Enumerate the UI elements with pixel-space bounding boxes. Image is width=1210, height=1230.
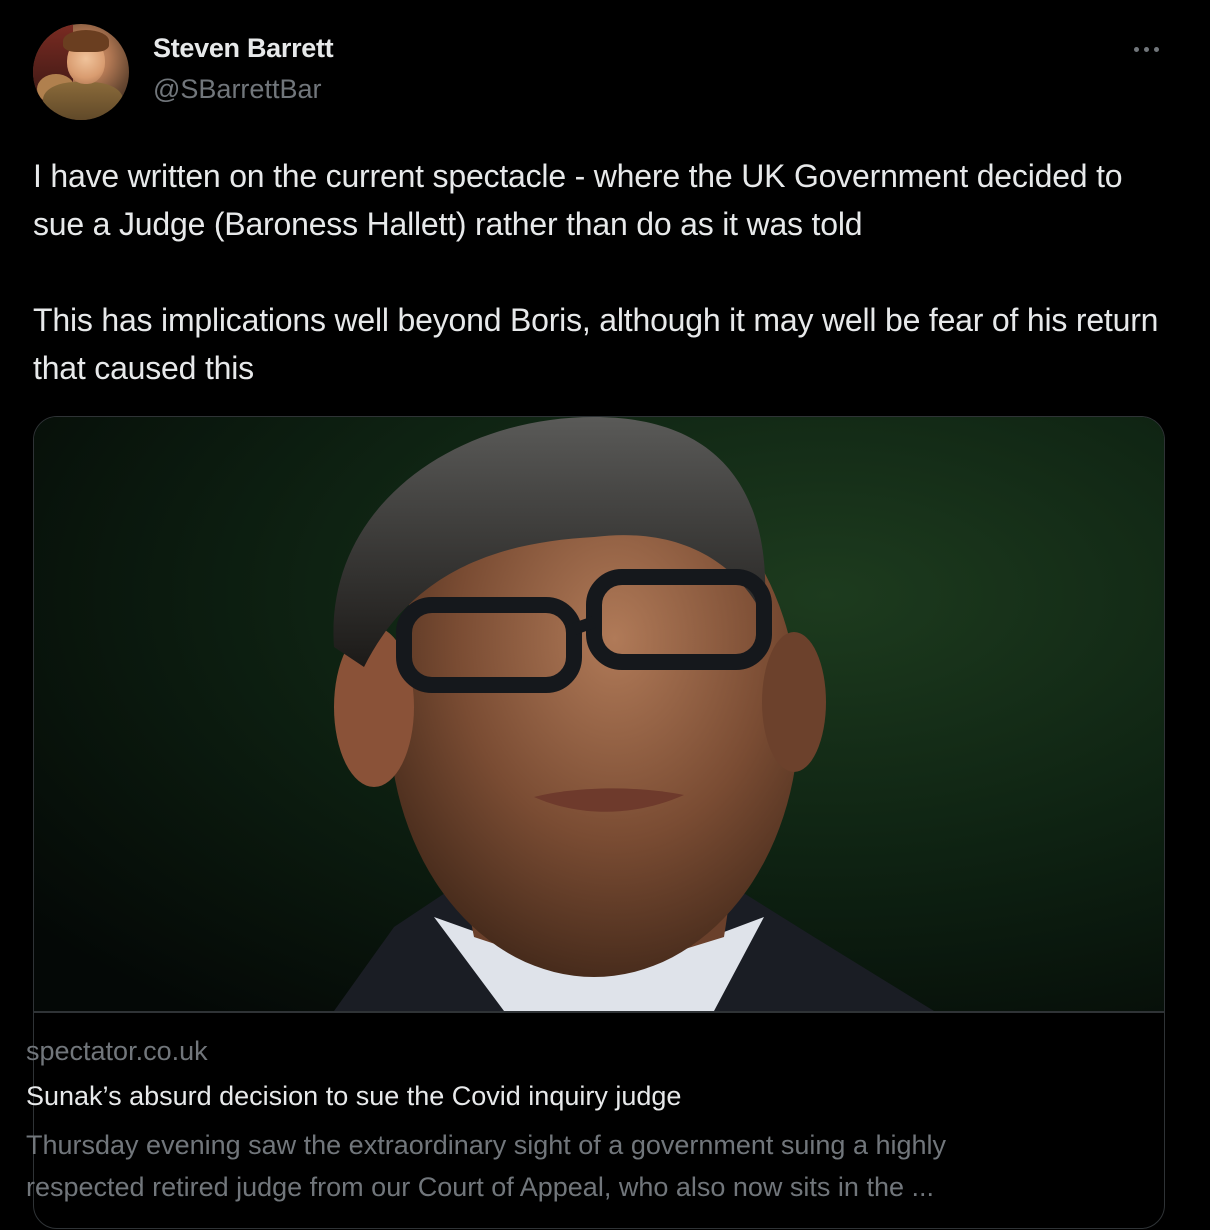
card-divider [34,1011,1164,1013]
more-options-icon [1133,46,1159,52]
card-title[interactable]: Sunak’s absurd decision to sue the Covid… [26,1081,681,1112]
author-handle[interactable]: @SBarrettBar [153,74,321,105]
tweet: Steven Barrett @SBarrettBar I have writt… [0,0,1210,1230]
card-domain: spectator.co.uk [26,1036,208,1066]
more-options-button[interactable] [1126,36,1166,62]
article-image[interactable] [34,417,1164,1011]
tweet-text: I have written on the current spectacle … [33,158,1159,386]
card-description: Thursday evening saw the extraordinary s… [26,1130,947,1202]
author-display-name[interactable]: Steven Barrett [153,33,334,64]
avatar[interactable] [33,24,129,120]
